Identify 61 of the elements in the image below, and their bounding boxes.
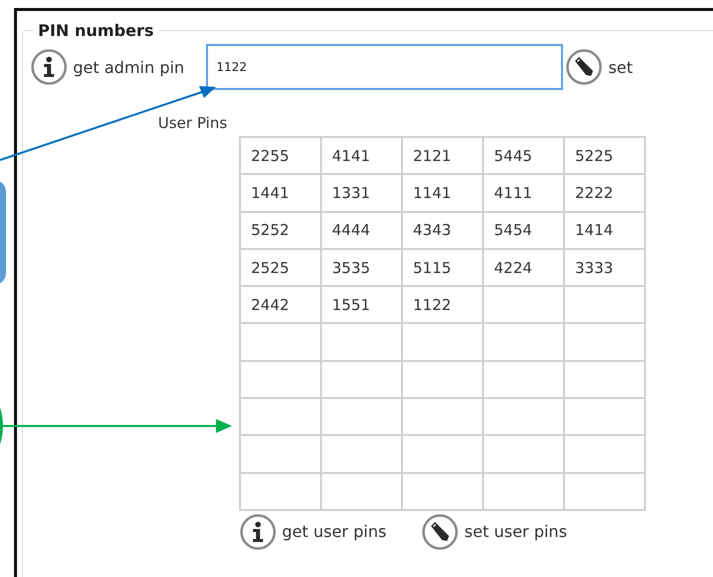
pin-cell[interactable]	[241, 324, 322, 362]
pin-cell[interactable]: 3535	[322, 250, 403, 288]
set-admin-pin-button[interactable]: set	[566, 49, 633, 85]
info-icon	[31, 49, 67, 85]
pin-cell[interactable]	[322, 324, 403, 362]
pin-cell[interactable]	[322, 399, 403, 436]
pin-cell[interactable]	[565, 436, 646, 474]
get-admin-pin-button[interactable]: get admin pin	[31, 49, 184, 85]
pin-cell[interactable]	[484, 287, 565, 324]
pin-cell[interactable]	[403, 324, 484, 362]
pin-cell[interactable]: 5445	[484, 138, 565, 176]
pin-cell[interactable]: 4111	[484, 175, 565, 213]
pencil-icon	[422, 514, 458, 550]
pin-cell[interactable]	[484, 474, 565, 511]
pin-cell[interactable]: 1551	[322, 287, 403, 324]
pin-cell[interactable]	[484, 399, 565, 436]
pin-cell[interactable]: 2525	[241, 250, 322, 288]
pin-cell[interactable]: 5115	[403, 250, 484, 288]
pin-cell[interactable]	[322, 436, 403, 474]
pin-cell[interactable]	[322, 362, 403, 400]
pin-cell[interactable]	[565, 474, 646, 511]
pin-cell[interactable]: 4141	[322, 138, 403, 176]
pin-cell[interactable]: 1414	[565, 212, 646, 250]
pin-cell[interactable]: 5454	[484, 212, 565, 250]
user-pins-label: User Pins	[158, 114, 228, 132]
pencil-icon	[566, 49, 602, 85]
pin-cell[interactable]: 1331	[322, 175, 403, 213]
pin-cell[interactable]	[484, 362, 565, 400]
pin-cell[interactable]	[403, 362, 484, 400]
pin-cell[interactable]: 2121	[403, 138, 484, 176]
set-user-pins-button[interactable]: set user pins	[422, 514, 568, 550]
pin-cell[interactable]	[484, 324, 565, 362]
pin-cell[interactable]	[241, 436, 322, 474]
pin-cell[interactable]	[403, 474, 484, 511]
pin-cell[interactable]: 1141	[403, 175, 484, 213]
pin-cell[interactable]	[565, 287, 646, 324]
pin-cell[interactable]	[322, 474, 403, 511]
pin-cell[interactable]	[403, 399, 484, 436]
pin-cell[interactable]	[241, 362, 322, 400]
pin-cell[interactable]: 5225	[565, 138, 646, 176]
admin-pin-field[interactable]: 1122	[206, 44, 564, 90]
pin-cell[interactable]: 4343	[403, 212, 484, 250]
group-title: PIN numbers	[37, 21, 155, 40]
pin-cell[interactable]	[241, 399, 322, 436]
pin-cell[interactable]: 1122	[403, 287, 484, 324]
get-user-pins-button[interactable]: get user pins	[240, 514, 386, 550]
pin-cell[interactable]: 2255	[241, 138, 322, 176]
pin-cell[interactable]	[403, 436, 484, 474]
pin-cell[interactable]	[484, 436, 565, 474]
pin-cell[interactable]: 4444	[322, 212, 403, 250]
info-icon	[240, 514, 276, 550]
pin-cell[interactable]	[565, 362, 646, 400]
pin-cell[interactable]	[565, 399, 646, 436]
pin-cell[interactable]: 5252	[241, 212, 322, 250]
pin-cell[interactable]	[565, 324, 646, 362]
pin-cell[interactable]: 1441	[241, 175, 322, 213]
pin-cell[interactable]: 2442	[241, 287, 322, 324]
pin-cell[interactable]: 4224	[484, 250, 565, 288]
pin-cell[interactable]: 3333	[565, 250, 646, 288]
pin-cell[interactable]: 2222	[565, 175, 646, 213]
pin-cell[interactable]	[241, 474, 322, 511]
